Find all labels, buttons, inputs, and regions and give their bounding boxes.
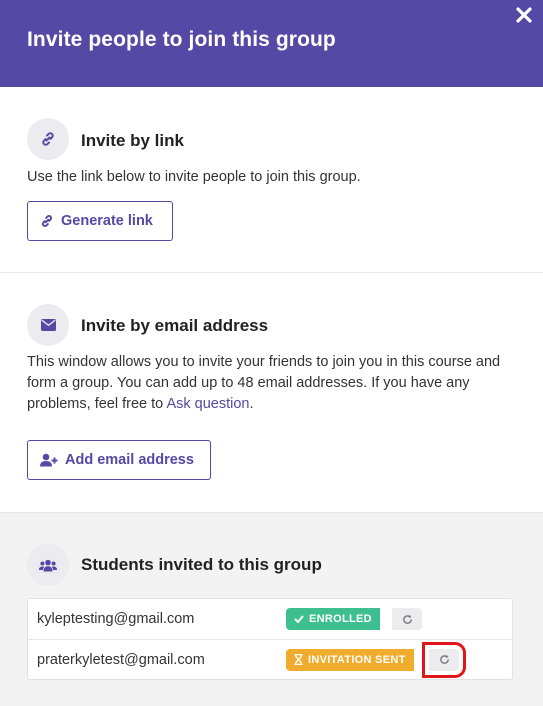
check-icon xyxy=(294,615,304,623)
invite-by-email-section: Invite by email address This window allo… xyxy=(0,273,543,513)
description-text: This window allows you to invite your fr… xyxy=(27,354,501,412)
student-email: praterkyletest@gmail.com xyxy=(37,651,205,668)
invite-by-link-section: Invite by link Use the link below to inv… xyxy=(0,87,543,273)
add-email-address-label: Add email address xyxy=(65,452,194,468)
invite-by-link-description: Use the link below to invite people to j… xyxy=(27,169,361,185)
envelope-icon xyxy=(40,319,56,331)
hourglass-icon xyxy=(294,654,303,665)
student-email: kyleptesting@gmail.com xyxy=(37,611,195,627)
user-plus-icon xyxy=(40,453,58,467)
students-invited-title: Students invited to this group xyxy=(81,555,322,574)
invite-by-email-description: This window allows you to invite your fr… xyxy=(27,352,507,415)
table-row: praterkyletest@gmail.com INVITATION SENT xyxy=(28,639,512,679)
description-suffix: . xyxy=(249,396,254,412)
link-icon xyxy=(42,132,54,146)
students-invited-section: Students invited to this group kyleptest… xyxy=(0,513,543,706)
resend-button[interactable] xyxy=(392,608,422,630)
invite-by-email-title: Invite by email address xyxy=(81,316,269,335)
refresh-icon xyxy=(439,654,449,664)
status-badge-enrolled: ENROLLED xyxy=(286,608,380,630)
status-label: INVITATION SENT xyxy=(308,653,406,666)
resend-invitation-button[interactable] xyxy=(422,641,466,678)
close-icon xyxy=(516,7,532,23)
users-icon xyxy=(39,559,57,571)
invite-by-link-title: Invite by link xyxy=(81,131,184,150)
refresh-icon xyxy=(402,614,412,624)
status-badge-invitation-sent: INVITATION SENT xyxy=(286,648,414,671)
close-button[interactable] xyxy=(515,6,533,24)
users-icon-badge xyxy=(27,544,69,586)
modal-header: Invite people to join this group xyxy=(0,0,543,87)
table-row: kyleptesting@gmail.com ENROLLED xyxy=(28,599,512,639)
students-table: kyleptesting@gmail.com ENROLLED praterky… xyxy=(27,598,513,680)
add-email-address-button[interactable]: Add email address xyxy=(27,440,211,480)
link-icon xyxy=(41,215,53,227)
ask-question-link[interactable]: Ask question xyxy=(166,396,249,412)
link-icon-badge xyxy=(27,118,69,160)
envelope-icon-badge xyxy=(27,304,69,346)
status-label: ENROLLED xyxy=(309,613,372,625)
generate-link-label: Generate link xyxy=(61,213,153,229)
generate-link-button[interactable]: Generate link xyxy=(27,201,173,241)
modal-title: Invite people to join this group xyxy=(27,28,336,51)
